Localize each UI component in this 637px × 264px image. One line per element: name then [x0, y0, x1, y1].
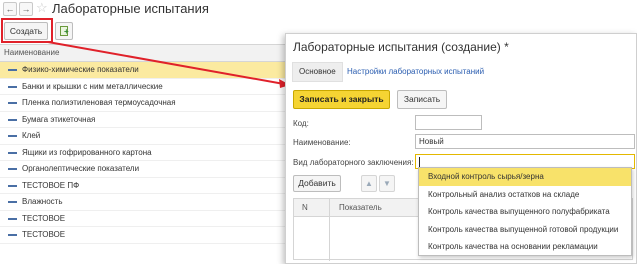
- dropdown-option[interactable]: Контроль качества на основании рекламаци…: [419, 238, 631, 256]
- list-row[interactable]: Банки и крышки с ним металлические: [0, 79, 285, 95]
- name-label: Наименование:: [293, 138, 351, 147]
- catalog-list: Наименование Физико-химические показател…: [0, 44, 285, 264]
- conclusion-kind-dropdown: Входной контроль сырья/зерна Контрольный …: [418, 167, 632, 256]
- back-button[interactable]: ←: [3, 2, 17, 16]
- window-header: ← → ☆ Лабораторные испытания: [0, 0, 637, 20]
- list-column-header[interactable]: Наименование: [0, 45, 285, 62]
- form-title: Лабораторные испытания (создание) *: [293, 40, 509, 54]
- column-indicator[interactable]: Показатель: [339, 199, 382, 217]
- list-row-label: Клей: [22, 131, 41, 140]
- list-row-label: Ящики из гофрированного картона: [22, 147, 152, 157]
- list-row[interactable]: ТЕСТОВОЕ: [0, 211, 285, 227]
- list-row[interactable]: Бумага этикеточная: [0, 112, 285, 128]
- save-button[interactable]: Записать: [397, 90, 447, 109]
- list-row[interactable]: Клей: [0, 128, 285, 145]
- list-row-label: Бумага этикеточная: [22, 114, 96, 124]
- favorite-star-icon[interactable]: ☆: [36, 1, 48, 15]
- list-row[interactable]: Органолептические показатели: [0, 161, 285, 178]
- save-and-close-button[interactable]: Записать и закрыть: [293, 90, 390, 109]
- create-button[interactable]: Создать: [4, 22, 48, 40]
- item-dash-icon: [8, 217, 17, 220]
- list-row-label: Влажность: [22, 197, 63, 206]
- item-dash-icon: [8, 118, 17, 121]
- list-row-label: ТЕСТОВОЕ ПФ: [22, 180, 80, 190]
- list-row[interactable]: Ящики из гофрированного картона: [0, 145, 285, 161]
- item-dash-icon: [8, 168, 17, 170]
- list-row-label: ТЕСТОВОЕ: [22, 230, 66, 239]
- add-row-button[interactable]: Добавить: [293, 175, 341, 192]
- item-dash-icon: [8, 102, 17, 104]
- item-dash-icon: [8, 135, 17, 137]
- plus-icon: +: [64, 27, 69, 36]
- dropdown-option[interactable]: Контроль качества выпущенного полуфабрик…: [419, 203, 631, 221]
- tab-settings-link[interactable]: Настройки лабораторных испытаний: [347, 67, 484, 77]
- move-down-button[interactable]: ▼: [379, 175, 395, 192]
- list-row[interactable]: Влажность: [0, 194, 285, 211]
- list-row[interactable]: Пленка полиэтиленовая термоусадочная: [0, 95, 285, 112]
- name-field[interactable]: Новый: [415, 134, 635, 149]
- code-label: Код:: [293, 119, 309, 128]
- item-dash-icon: [8, 85, 17, 88]
- move-up-button[interactable]: ▲: [361, 175, 377, 192]
- item-dash-icon: [8, 201, 17, 203]
- dropdown-option[interactable]: Контрольный анализ остатков на складе: [419, 186, 631, 204]
- item-dash-icon: [8, 234, 17, 236]
- dropdown-option[interactable]: Входной контроль сырья/зерна: [419, 168, 631, 186]
- conclusion-kind-label: Вид лабораторного заключения:: [293, 158, 414, 167]
- tab-main[interactable]: Основное: [292, 62, 343, 82]
- list-row[interactable]: ТЕСТОВОЕ: [0, 227, 285, 244]
- list-row-label: Банки и крышки с ним металлические: [22, 81, 163, 91]
- list-row[interactable]: Физико-химические показатели: [0, 62, 285, 79]
- page-title: Лабораторные испытания: [52, 1, 209, 16]
- list-row-label: Физико-химические показатели: [22, 65, 139, 74]
- copy-button[interactable]: +: [55, 22, 73, 40]
- item-dash-icon: [8, 151, 17, 154]
- list-row-label: ТЕСТОВОЕ: [22, 213, 66, 223]
- code-field[interactable]: [415, 115, 482, 130]
- dropdown-option[interactable]: Контроль качества выпущенной готовой про…: [419, 221, 631, 239]
- forward-button[interactable]: →: [19, 2, 33, 16]
- item-dash-icon: [8, 69, 17, 71]
- item-dash-icon: [8, 184, 17, 187]
- column-n[interactable]: N: [302, 199, 308, 217]
- list-row-label: Органолептические показатели: [22, 164, 140, 173]
- list-row-label: Пленка полиэтиленовая термоусадочная: [22, 98, 176, 107]
- column-divider: [329, 199, 330, 261]
- list-row[interactable]: ТЕСТОВОЕ ПФ: [0, 178, 285, 194]
